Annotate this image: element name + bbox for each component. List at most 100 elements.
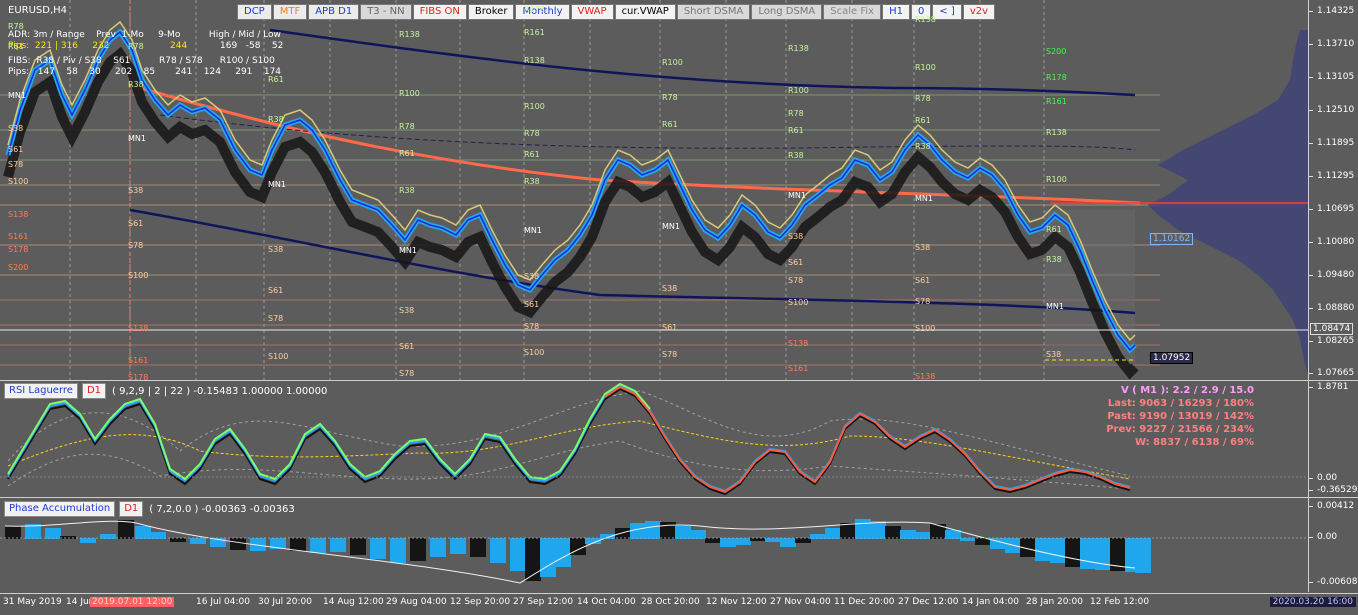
fib-level-label: MN1: [662, 222, 680, 231]
fib-level-label: MN1: [399, 246, 417, 255]
stats-w: W: 8837 / 6138 / 69%: [1134, 437, 1254, 448]
time-axis[interactable]: 31 May 2019 14 Jun 2019.07.01 12:00 16 J…: [0, 593, 1358, 615]
phase-bar: [555, 538, 571, 567]
cur-vwap-button[interactable]: cur.VWAP: [614, 4, 676, 20]
phase-bar: [1050, 538, 1066, 563]
price-tick: 1.07665: [1308, 368, 1355, 378]
phase-timeframe[interactable]: D1: [119, 501, 144, 517]
phase-bar: [765, 538, 781, 542]
v2v-button[interactable]: v2v: [962, 4, 996, 20]
phase-bar: [855, 519, 871, 539]
fib-level-label: R38: [915, 142, 931, 151]
stats-last: Last: 9063 / 16293 / 180%: [1107, 398, 1254, 409]
adr-hml: 169 -58 52: [220, 41, 284, 51]
fib-level-label: S38: [399, 306, 415, 315]
long-dsma-button[interactable]: Long DSMA: [751, 4, 823, 20]
fib-level-label: R178: [1046, 73, 1067, 82]
phase-title[interactable]: Phase Accumulation: [4, 501, 116, 517]
fibs-on-button[interactable]: FIBS ON: [412, 4, 467, 20]
phase-scale[interactable]: 0.00412 0.00 -0.00608: [1308, 498, 1358, 592]
fib-level-label: R138: [915, 15, 936, 24]
rsi-tick: 0.00: [1308, 473, 1338, 483]
phase-bar: [540, 538, 556, 577]
h1-button[interactable]: H1: [882, 4, 910, 20]
time-label: 29 Aug 04:00: [386, 597, 447, 607]
t3-nn-button[interactable]: T3 - NN: [360, 4, 412, 20]
fib-level-label: R161: [1046, 97, 1067, 106]
fib-level-label: S138: [8, 210, 29, 219]
phase-bar: [410, 538, 426, 561]
fib-level-label: R61: [915, 116, 931, 125]
fib-level-label: S38: [524, 272, 540, 281]
fib-level-label: S61: [662, 323, 678, 332]
time-label: 30 Jul 20:00: [258, 597, 312, 607]
fib-level-label: S100: [8, 177, 29, 186]
fib-level-label: R38: [268, 115, 284, 124]
phase-bar: [675, 526, 691, 539]
time-label: 27 Nov 04:00: [770, 597, 831, 607]
fib-level-label: S200: [8, 263, 29, 272]
fib-level-label: S61: [268, 286, 284, 295]
phase-accumulation-pane[interactable]: Phase Accumulation D1 ( 7,2,0.0 ) -0.003…: [0, 498, 1308, 592]
mtf-button[interactable]: MTF: [272, 4, 308, 20]
fib-level-label: S61: [788, 258, 804, 267]
fib-level-label: R100: [788, 86, 809, 95]
phase-bar: [930, 524, 946, 539]
time-label: 31 May 2019: [3, 597, 62, 607]
fib-level-label: R78: [128, 42, 144, 51]
server-date-badge: 2020.03.20 16:00: [1269, 597, 1356, 607]
rsi-title[interactable]: RSI Laguerre: [4, 383, 78, 399]
fib-level-label: S161: [128, 356, 149, 365]
time-label: 14 Aug 12:00: [323, 597, 384, 607]
fib-level-label: R38: [399, 186, 415, 195]
fibs-header: FIBS: R38 / Piv / S38 S61 R78 / S78 R100…: [8, 56, 275, 66]
phase-tick: -0.00608: [1308, 577, 1358, 587]
phase-bar: [780, 538, 796, 547]
time-label: 27 Dec 12:00: [898, 597, 959, 607]
price-chart-pane[interactable]: EURUSD,H4 ADR: 3m / Range Prev 1-Mo 9-Mo…: [0, 0, 1308, 382]
fib-level-label: S100: [268, 352, 289, 361]
phase-bar: [795, 538, 811, 543]
fib-level-label: R61: [268, 75, 284, 84]
rsi-scale[interactable]: 1.8781 0.00 -0.36529: [1308, 381, 1358, 497]
fib-level-label: R178: [524, 5, 545, 14]
fib-level-label: S38: [662, 284, 678, 293]
rsi-laguerre-pane[interactable]: RSI Laguerre D1 ( 9,2,9 | 2 | 22 ) -0.15…: [0, 381, 1308, 497]
fib-level-label: R61: [524, 150, 540, 159]
fib-level-label: R78: [915, 94, 931, 103]
vwap-button[interactable]: VWAP: [570, 4, 614, 20]
fib-level-label: R100: [662, 58, 683, 67]
fib-level-label: MN1: [268, 180, 286, 189]
fib-level-label: R100: [524, 102, 545, 111]
fib-level-label: S138: [128, 324, 149, 333]
price-tick: 1.11895: [1308, 138, 1355, 148]
broker-button[interactable]: Broker: [467, 4, 515, 20]
fib-level-label: S78: [915, 297, 931, 306]
fib-level-label: S78: [268, 314, 284, 323]
dcp-button[interactable]: DCP: [237, 4, 272, 20]
fib-level-label: S100: [788, 298, 809, 307]
price-tick: 1.13710: [1308, 39, 1355, 49]
fib-level-label: MN1: [524, 226, 542, 235]
scale-fix-button[interactable]: Scale Fix: [823, 4, 882, 20]
time-label: 14 Jan 04:00: [962, 597, 1019, 607]
volume-stats: V ( M1 ): 2.2 / 2.9 / 15.0 Last: 9063 / …: [1106, 384, 1254, 449]
fib-level-label: S38: [788, 232, 804, 241]
fib-level-label: MN1: [128, 134, 146, 143]
phase-bar: [135, 526, 151, 539]
fib-level-label: R100: [399, 89, 420, 98]
fib-level-label: S61: [399, 342, 415, 351]
rsi-slow-line: [7, 387, 1131, 496]
phase-tick: 0.00412: [1308, 501, 1355, 511]
fib-level-label: R100: [1046, 175, 1067, 184]
phase-bar: [630, 523, 646, 539]
lower-band-line: [129, 208, 1136, 315]
shift-button[interactable]: < ]: [932, 4, 962, 20]
phase-bar: [118, 520, 134, 539]
phase-bar: [190, 538, 206, 544]
phase-bar: [645, 521, 661, 539]
apb-d1-button[interactable]: APB D1: [308, 4, 360, 20]
adr-header: ADR: 3m / Range Prev 1-Mo 9-Mo High / Mi…: [8, 30, 281, 40]
short-dsma-button[interactable]: Short DSMA: [676, 4, 751, 20]
rsi-timeframe[interactable]: D1: [81, 383, 107, 399]
